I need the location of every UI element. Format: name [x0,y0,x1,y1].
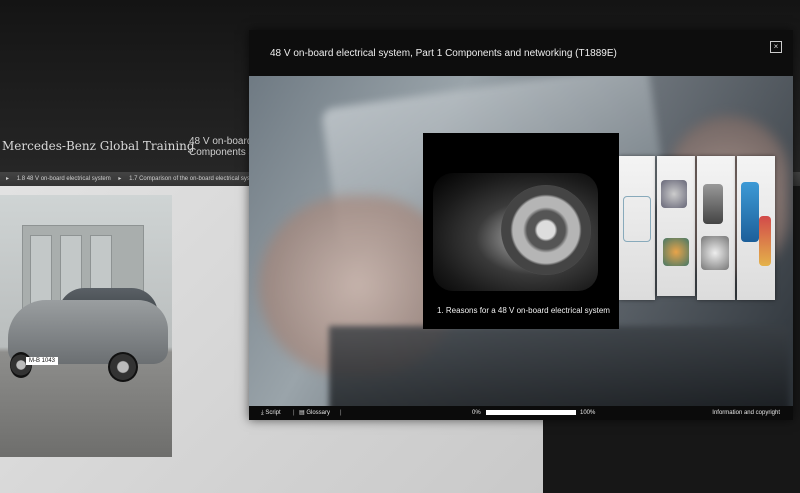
brand-title: Mercedes-Benz Global Training [2,139,195,153]
script-button[interactable]: ⤓ Script [261,406,281,420]
progress-fill [486,410,576,415]
book-icon: ▤ [299,410,305,416]
engine-image[interactable] [423,133,619,329]
glossary-button[interactable]: ▤ Glossary [299,406,330,420]
license-plate: M-B 1043 [26,357,58,365]
flywheel [501,185,591,275]
progress-bar[interactable] [486,410,576,415]
modal-title: 48 V on-board electrical system, Part 1 … [270,48,617,59]
slide-stage [249,76,793,406]
training-modal: 48 V on-board electrical system, Part 1 … [249,30,793,420]
progress-end: 100% [580,410,596,416]
player-toolbar: ⤓ Script | ▤ Glossary | 0% 100% Informat… [249,406,793,420]
car-body [8,300,168,364]
breadcrumb-item[interactable]: 1.8 48 V on-board electrical system [17,176,111,182]
slide-caption: 1. Reasons for a 48 V on-board electrica… [437,306,610,315]
download-icon: ⤓ [261,410,264,416]
slide-thumbnail[interactable] [657,156,695,296]
info-copyright-link[interactable]: Information and copyright [712,406,780,420]
slide-thumbnail[interactable] [619,156,655,300]
course-title: 48 V on-board Components a [189,136,249,158]
toolbar-divider: | [340,410,342,416]
script-label: Script [265,410,281,416]
slide-thumbnail[interactable] [737,156,775,300]
breadcrumb-separator: ▸ [118,176,122,182]
close-icon[interactable]: × [770,41,782,53]
glossary-label: Glossary [306,410,331,416]
toolbar-divider: | [293,410,295,416]
car-wheel [10,352,32,378]
car-wheel [108,352,138,382]
breadcrumb-separator: ▸ [6,176,10,182]
breadcrumb-item[interactable]: 1.7 Comparison of the on-board electrica… [129,176,250,182]
background-dashboard [329,326,789,406]
slide-thumbnail[interactable] [697,156,735,300]
progress-start: 0% [472,410,481,416]
course-title-line: 48 V on-board [189,136,249,147]
course-title-line: Components a [189,147,249,158]
